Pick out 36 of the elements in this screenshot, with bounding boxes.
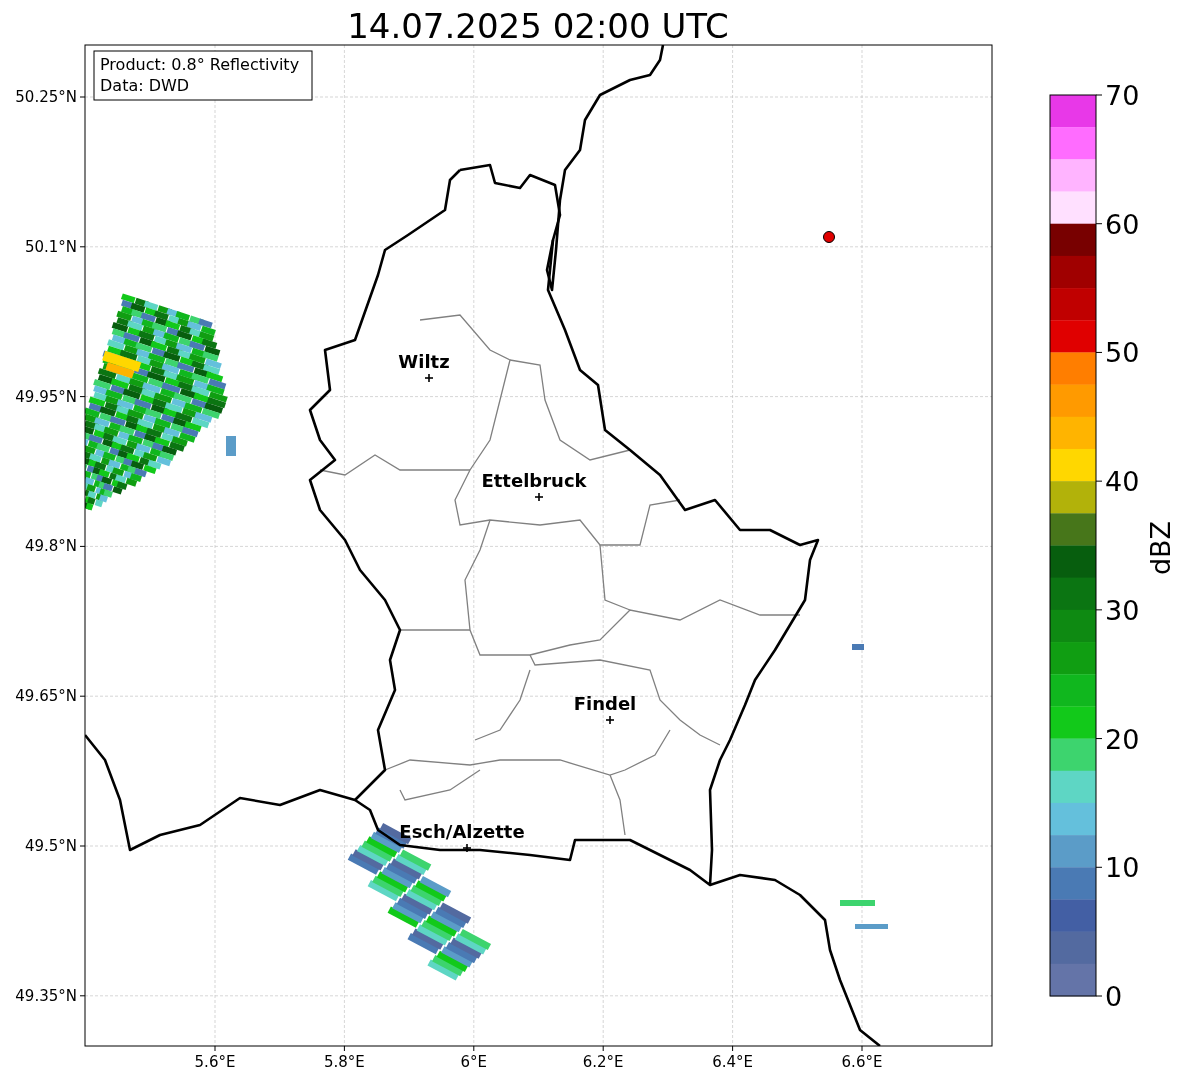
city-label: Ettelbruck	[481, 470, 587, 491]
city-marker-icon	[424, 373, 434, 383]
legend-text: Product: 0.8° Reflectivity	[100, 55, 300, 74]
plot-title: 14.07.2025 02:00 UTC	[347, 6, 729, 46]
axis-tick-label: 50.25°N	[15, 88, 77, 106]
axis-tick-label: 49.8°N	[24, 537, 77, 556]
radar-echo-drawing	[855, 924, 888, 929]
city-marker-icon	[605, 715, 615, 725]
colorbar-tick-label: 30	[1105, 594, 1140, 626]
axis-tick-label: 6.4°E	[712, 1053, 753, 1071]
radar-echo-drawing	[852, 644, 864, 650]
axis-tick-label: 6.2°E	[582, 1053, 624, 1071]
axis-tick-label: 49.65°N	[15, 687, 77, 706]
city-label: Wiltz	[398, 351, 450, 372]
city-label: Findel	[573, 693, 637, 714]
axis-tick-label: 49.95°N	[15, 387, 77, 406]
axis-tick-label: 5.8°E	[324, 1053, 365, 1071]
city-marker-icon	[462, 843, 472, 853]
axis-tick-label: 5.6°E	[194, 1053, 236, 1071]
colorbar-tick-label: 70	[1105, 80, 1140, 111]
colorbar-tick-label: 40	[1105, 466, 1140, 498]
city-marker-icon	[534, 492, 544, 502]
axis-tick-label: 50.1°N	[24, 237, 77, 256]
colorbar-tick-label: 20	[1105, 723, 1140, 755]
axis-tick-label: 6°E	[460, 1053, 488, 1071]
colorbar-tick-label: 60	[1105, 208, 1140, 240]
colorbar-tick-label: 50	[1105, 337, 1140, 369]
axis-tick-label: 6.6°E	[841, 1053, 883, 1071]
legend-text: Data: DWD	[100, 76, 190, 95]
axis-tick-label: 49.5°N	[24, 837, 77, 855]
colorbar-tick-label: 0	[1105, 981, 1123, 1012]
colorbar-tick-label: 10	[1105, 852, 1140, 884]
city-label: Esch/Alzette	[399, 821, 525, 842]
radar-echo-drawing	[840, 900, 875, 906]
axis-tick-label: 49.35°N	[15, 986, 77, 1005]
colorbar-label: dBZ	[1145, 520, 1176, 576]
